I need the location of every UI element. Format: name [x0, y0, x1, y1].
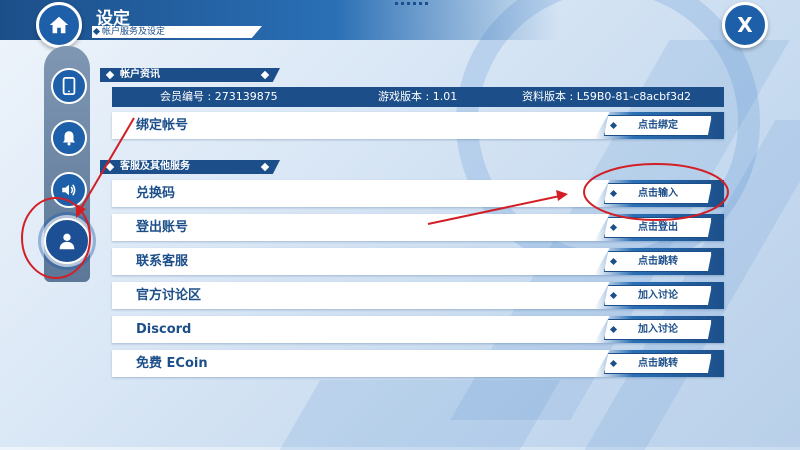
annotation-overlay — [21, 117, 729, 279]
annotation-arrow-redeem — [427, 195, 561, 225]
annotation-circle-redeem — [583, 163, 729, 221]
annotation-arrow-sidebar — [79, 117, 135, 211]
